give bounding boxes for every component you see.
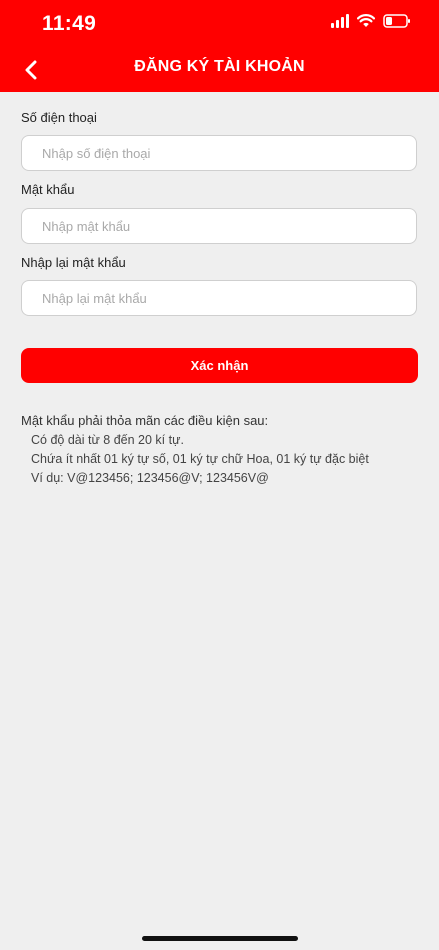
password-rules: Mật khẩu phải thỏa mãn các điều kiện sau… xyxy=(21,413,369,490)
status-time: 11:49 xyxy=(42,12,97,35)
cellular-signal-icon xyxy=(331,14,349,28)
home-indicator xyxy=(142,936,298,941)
phone-label: Số điện thoại xyxy=(21,110,97,125)
battery-icon xyxy=(383,14,410,28)
rule-item: Ví dụ: V@123456; 123456@V; 123456V@ xyxy=(31,471,269,485)
rule-item: Chứa ít nhất 01 ký tự số, 01 ký tự chữ H… xyxy=(31,452,369,466)
app-header: 11:49 ĐĂNG KÝ TÀI KHOẢN xyxy=(0,0,439,92)
rule-item: Có độ dài từ 8 đến 20 kí tự. xyxy=(31,433,184,447)
password-label: Mật khẩu xyxy=(21,182,75,197)
confirm-password-input[interactable] xyxy=(21,280,417,316)
phone-input[interactable] xyxy=(21,135,417,171)
rules-title: Mật khẩu phải thỏa mãn các điều kiện sau… xyxy=(21,413,269,428)
wifi-icon xyxy=(357,14,375,27)
status-icons xyxy=(331,14,411,28)
page-title: ĐĂNG KÝ TÀI KHOẢN xyxy=(134,58,305,75)
confirm-button[interactable]: Xác nhận xyxy=(21,348,418,383)
confirm-password-label: Nhập lại mật khẩu xyxy=(21,255,126,270)
password-input[interactable] xyxy=(21,208,417,244)
